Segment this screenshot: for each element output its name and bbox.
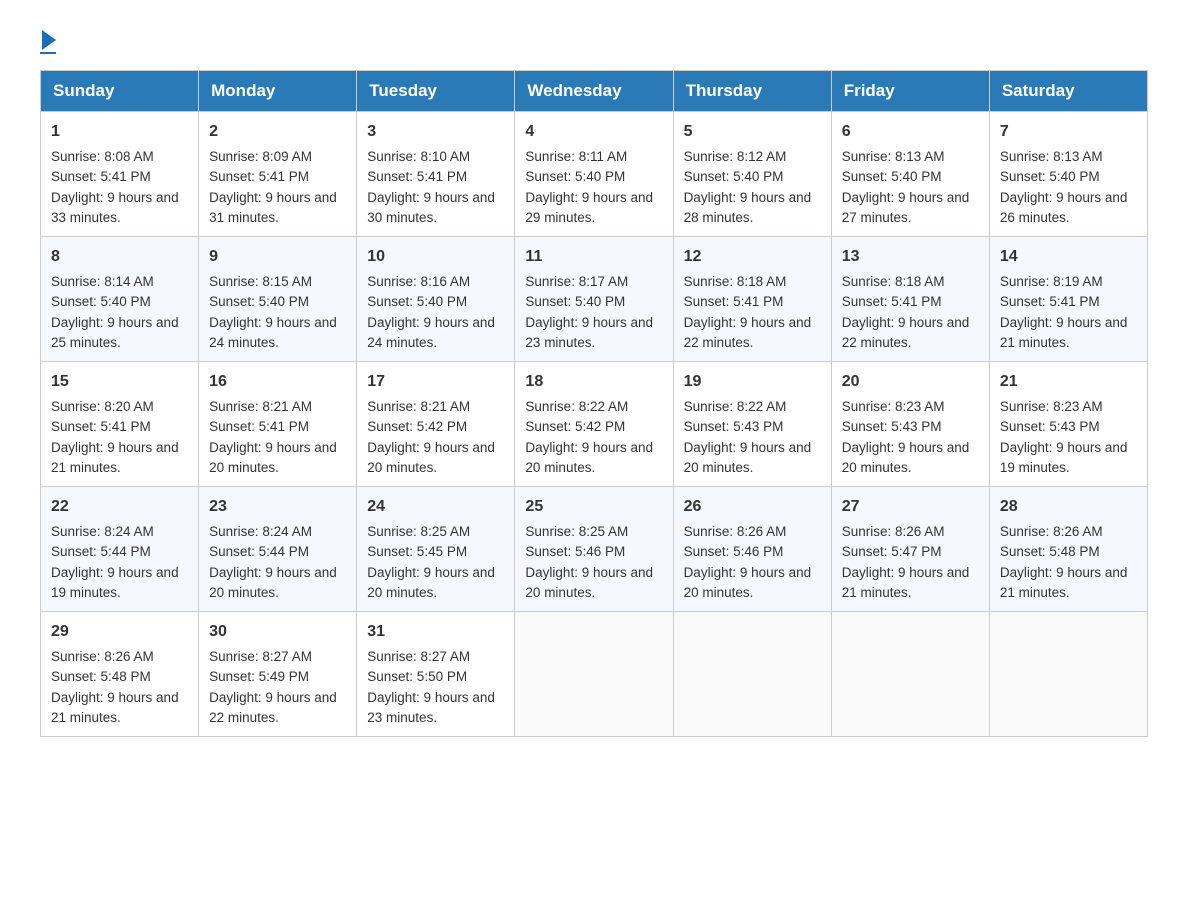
day-number: 4 [525,120,662,144]
calendar-cell [831,612,989,737]
calendar-cell: 20Sunrise: 8:23 AMSunset: 5:43 PMDayligh… [831,362,989,487]
calendar-week-row: 15Sunrise: 8:20 AMSunset: 5:41 PMDayligh… [41,362,1148,487]
calendar-cell: 4Sunrise: 8:11 AMSunset: 5:40 PMDaylight… [515,112,673,237]
day-number: 26 [684,495,821,519]
day-number: 21 [1000,370,1137,394]
day-number: 9 [209,245,346,269]
calendar-cell: 3Sunrise: 8:10 AMSunset: 5:41 PMDaylight… [357,112,515,237]
calendar-cell: 26Sunrise: 8:26 AMSunset: 5:46 PMDayligh… [673,487,831,612]
day-number: 31 [367,620,504,644]
day-number: 23 [209,495,346,519]
calendar-cell [989,612,1147,737]
calendar-week-row: 8Sunrise: 8:14 AMSunset: 5:40 PMDaylight… [41,237,1148,362]
day-number: 24 [367,495,504,519]
day-number: 19 [684,370,821,394]
logo-divider [40,52,56,54]
calendar-week-row: 29Sunrise: 8:26 AMSunset: 5:48 PMDayligh… [41,612,1148,737]
calendar-week-row: 22Sunrise: 8:24 AMSunset: 5:44 PMDayligh… [41,487,1148,612]
calendar-cell: 23Sunrise: 8:24 AMSunset: 5:44 PMDayligh… [199,487,357,612]
day-number: 30 [209,620,346,644]
header [40,30,1148,54]
calendar-cell: 29Sunrise: 8:26 AMSunset: 5:48 PMDayligh… [41,612,199,737]
calendar-cell: 15Sunrise: 8:20 AMSunset: 5:41 PMDayligh… [41,362,199,487]
calendar-cell [515,612,673,737]
day-number: 10 [367,245,504,269]
weekday-header-saturday: Saturday [989,71,1147,112]
day-number: 20 [842,370,979,394]
day-number: 6 [842,120,979,144]
calendar-cell: 30Sunrise: 8:27 AMSunset: 5:49 PMDayligh… [199,612,357,737]
calendar-cell: 12Sunrise: 8:18 AMSunset: 5:41 PMDayligh… [673,237,831,362]
weekday-header-sunday: Sunday [41,71,199,112]
logo [40,30,56,54]
day-number: 5 [684,120,821,144]
calendar-cell: 16Sunrise: 8:21 AMSunset: 5:41 PMDayligh… [199,362,357,487]
day-number: 17 [367,370,504,394]
day-number: 27 [842,495,979,519]
day-number: 18 [525,370,662,394]
calendar-table: SundayMondayTuesdayWednesdayThursdayFrid… [40,70,1148,737]
day-number: 25 [525,495,662,519]
logo-arrow-icon [42,30,56,50]
day-number: 13 [842,245,979,269]
day-number: 11 [525,245,662,269]
calendar-week-row: 1Sunrise: 8:08 AMSunset: 5:41 PMDaylight… [41,112,1148,237]
day-number: 1 [51,120,188,144]
day-number: 28 [1000,495,1137,519]
calendar-cell: 6Sunrise: 8:13 AMSunset: 5:40 PMDaylight… [831,112,989,237]
calendar-cell: 31Sunrise: 8:27 AMSunset: 5:50 PMDayligh… [357,612,515,737]
calendar-cell: 28Sunrise: 8:26 AMSunset: 5:48 PMDayligh… [989,487,1147,612]
calendar-cell: 8Sunrise: 8:14 AMSunset: 5:40 PMDaylight… [41,237,199,362]
day-number: 7 [1000,120,1137,144]
calendar-cell: 5Sunrise: 8:12 AMSunset: 5:40 PMDaylight… [673,112,831,237]
day-number: 12 [684,245,821,269]
day-number: 16 [209,370,346,394]
day-number: 15 [51,370,188,394]
weekday-header-thursday: Thursday [673,71,831,112]
calendar-cell: 21Sunrise: 8:23 AMSunset: 5:43 PMDayligh… [989,362,1147,487]
day-number: 2 [209,120,346,144]
calendar-cell: 11Sunrise: 8:17 AMSunset: 5:40 PMDayligh… [515,237,673,362]
calendar-cell: 27Sunrise: 8:26 AMSunset: 5:47 PMDayligh… [831,487,989,612]
day-number: 22 [51,495,188,519]
calendar-cell: 7Sunrise: 8:13 AMSunset: 5:40 PMDaylight… [989,112,1147,237]
calendar-cell: 9Sunrise: 8:15 AMSunset: 5:40 PMDaylight… [199,237,357,362]
weekday-header-wednesday: Wednesday [515,71,673,112]
weekday-header-friday: Friday [831,71,989,112]
calendar-cell: 24Sunrise: 8:25 AMSunset: 5:45 PMDayligh… [357,487,515,612]
day-number: 29 [51,620,188,644]
calendar-cell: 17Sunrise: 8:21 AMSunset: 5:42 PMDayligh… [357,362,515,487]
day-number: 14 [1000,245,1137,269]
day-number: 8 [51,245,188,269]
calendar-cell: 10Sunrise: 8:16 AMSunset: 5:40 PMDayligh… [357,237,515,362]
weekday-header-tuesday: Tuesday [357,71,515,112]
day-number: 3 [367,120,504,144]
calendar-cell: 19Sunrise: 8:22 AMSunset: 5:43 PMDayligh… [673,362,831,487]
weekday-header-row: SundayMondayTuesdayWednesdayThursdayFrid… [41,71,1148,112]
calendar-cell: 22Sunrise: 8:24 AMSunset: 5:44 PMDayligh… [41,487,199,612]
calendar-cell [673,612,831,737]
calendar-cell: 14Sunrise: 8:19 AMSunset: 5:41 PMDayligh… [989,237,1147,362]
calendar-cell: 18Sunrise: 8:22 AMSunset: 5:42 PMDayligh… [515,362,673,487]
calendar-cell: 13Sunrise: 8:18 AMSunset: 5:41 PMDayligh… [831,237,989,362]
weekday-header-monday: Monday [199,71,357,112]
calendar-cell: 25Sunrise: 8:25 AMSunset: 5:46 PMDayligh… [515,487,673,612]
calendar-cell: 1Sunrise: 8:08 AMSunset: 5:41 PMDaylight… [41,112,199,237]
calendar-cell: 2Sunrise: 8:09 AMSunset: 5:41 PMDaylight… [199,112,357,237]
